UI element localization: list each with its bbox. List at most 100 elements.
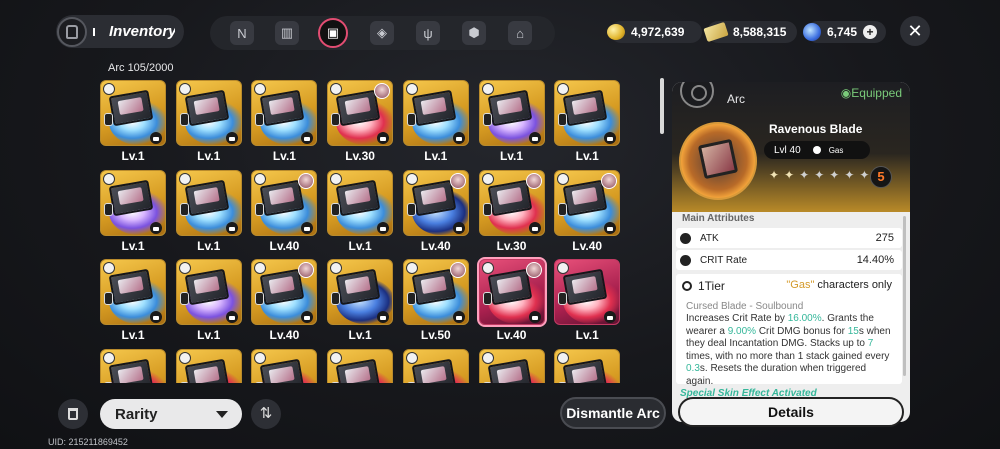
- desc-value: 0.3: [686, 363, 700, 374]
- arc-item-card[interactable]: Lv.40: [554, 169, 621, 254]
- lock-icon[interactable]: [452, 132, 465, 144]
- gold-amount: 4,972,639: [631, 25, 685, 39]
- lock-icon[interactable]: [377, 132, 390, 144]
- lock-icon[interactable]: [604, 311, 617, 323]
- tab-arc[interactable]: ▣: [318, 18, 348, 48]
- arc-item-card[interactable]: [327, 348, 394, 383]
- arc-item-card[interactable]: Lv.1: [100, 80, 166, 164]
- element-icon: [405, 172, 418, 185]
- lock-icon[interactable]: [301, 311, 314, 323]
- arc-item-card[interactable]: Lv.1: [175, 259, 242, 343]
- arc-item-card[interactable]: Lv.40: [402, 169, 469, 254]
- lock-icon[interactable]: [150, 311, 162, 323]
- arc-item-card[interactable]: Lv.1: [327, 259, 394, 343]
- tab-home[interactable]: ⌂: [508, 21, 532, 45]
- tier-marker-icon: [482, 292, 492, 305]
- tier-marker-icon: [104, 381, 113, 383]
- arc-item-card[interactable]: Lv.30: [478, 169, 545, 254]
- arc-tape-image: [335, 358, 381, 383]
- detail-scrollbar[interactable]: [903, 216, 906, 376]
- cube-icon: ⬢: [468, 25, 480, 40]
- arc-detail-panel: Arc ◉Equipped Ravenous Blade Lvl 40 Gas …: [672, 82, 910, 422]
- arc-item-card[interactable]: Lv.1: [554, 80, 621, 164]
- lock-icon[interactable]: [604, 221, 617, 234]
- arc-item-card[interactable]: [251, 348, 318, 383]
- arc-item-card[interactable]: Lv.1: [554, 259, 621, 343]
- lock-icon[interactable]: [377, 311, 390, 323]
- dismantle-arc-button[interactable]: Dismantle Arc: [560, 397, 666, 429]
- lock-icon[interactable]: [604, 132, 617, 144]
- tier-marker-icon: [255, 202, 265, 216]
- lock-icon[interactable]: [225, 221, 238, 234]
- lock-icon[interactable]: [225, 311, 238, 323]
- arc-item-level: Lv.1: [121, 149, 145, 163]
- tier-marker-icon: [482, 113, 492, 126]
- arc-item-card[interactable]: [554, 348, 621, 383]
- arc-item-card[interactable]: Lv.1: [100, 169, 166, 254]
- arc-item-card[interactable]: [100, 348, 166, 383]
- element-icon: [330, 262, 343, 274]
- arc-item-card[interactable]: Lv.40: [251, 169, 318, 254]
- arc-item-art: [175, 80, 242, 146]
- arc-item-card[interactable]: Lv.40: [476, 257, 547, 343]
- arc-item-card[interactable]: Lv.1: [175, 80, 242, 164]
- trash-button[interactable]: [58, 399, 88, 429]
- lock-icon[interactable]: [528, 311, 541, 323]
- ticket-icon: [703, 21, 729, 43]
- arc-item-card[interactable]: Lv.1: [175, 169, 242, 254]
- arc-item-art: [327, 80, 394, 146]
- arc-item-card[interactable]: Lv.40: [251, 259, 318, 343]
- sort-order-button[interactable]: ⇅: [251, 399, 281, 429]
- lock-icon[interactable]: [301, 132, 314, 144]
- tab-box[interactable]: ◈: [370, 21, 394, 45]
- element-icon: [481, 172, 494, 185]
- element-icon: [178, 172, 191, 185]
- arc-item-card[interactable]: [402, 348, 469, 383]
- lock-icon[interactable]: [150, 221, 162, 234]
- grid-scrollbar[interactable]: [660, 78, 664, 134]
- tab-cube[interactable]: ⬢: [462, 21, 486, 45]
- arc-tape-image: [411, 179, 457, 216]
- disc-icon: [680, 82, 714, 108]
- details-button[interactable]: Details: [678, 397, 904, 427]
- add-gem-button[interactable]: +: [863, 25, 878, 39]
- tab-food[interactable]: ψ: [416, 21, 440, 45]
- arc-item-card[interactable]: Lv.1: [251, 80, 318, 164]
- arc-level-box: Lvl 40 Gas: [764, 141, 870, 159]
- tab-device[interactable]: ▥: [275, 21, 299, 45]
- lock-icon[interactable]: [452, 221, 465, 234]
- lock-icon[interactable]: [452, 311, 465, 323]
- tier-marker-icon: [179, 113, 189, 126]
- arc-item-card[interactable]: Lv.1: [402, 80, 469, 164]
- close-button[interactable]: ✕: [900, 16, 930, 46]
- arc-item-card[interactable]: Lv.1: [327, 169, 394, 254]
- crit-icon: [680, 254, 691, 266]
- equipped-status: ◉Equipped: [840, 86, 902, 100]
- arc-item-card[interactable]: [175, 348, 242, 383]
- arc-item-card[interactable]: Lv.1: [100, 259, 166, 343]
- arc-item-art: [327, 259, 394, 325]
- arc-item-card[interactable]: Lv.30: [327, 80, 394, 164]
- rarity-dropdown[interactable]: Rarity: [100, 399, 242, 429]
- arc-item-art: [100, 169, 166, 236]
- lock-icon[interactable]: [225, 132, 238, 144]
- arc-item-level: Lv.1: [272, 149, 296, 163]
- tier-label: 1Tier: [698, 279, 725, 293]
- arc-item-art: [554, 80, 621, 146]
- arc-item-card[interactable]: Lv.1: [478, 80, 545, 164]
- arc-item-card[interactable]: [478, 348, 545, 383]
- tier-marker-icon: [331, 202, 341, 216]
- equipped-label: Equipped: [851, 86, 902, 100]
- lock-icon[interactable]: [528, 221, 541, 234]
- lock-icon[interactable]: [301, 221, 314, 234]
- lock-icon[interactable]: [377, 221, 390, 234]
- sort-icon: ⇅: [259, 405, 273, 422]
- lock-icon[interactable]: [528, 132, 541, 144]
- tab-anomaly[interactable]: N: [230, 21, 254, 45]
- lock-icon[interactable]: [150, 132, 162, 144]
- backpack-icon: [57, 16, 87, 47]
- arc-item-card[interactable]: Lv.50: [402, 259, 469, 343]
- element-icon: [557, 83, 570, 95]
- desc-text: times, with no more than 1 stack gained …: [686, 350, 890, 362]
- box-icon: ◈: [377, 25, 387, 40]
